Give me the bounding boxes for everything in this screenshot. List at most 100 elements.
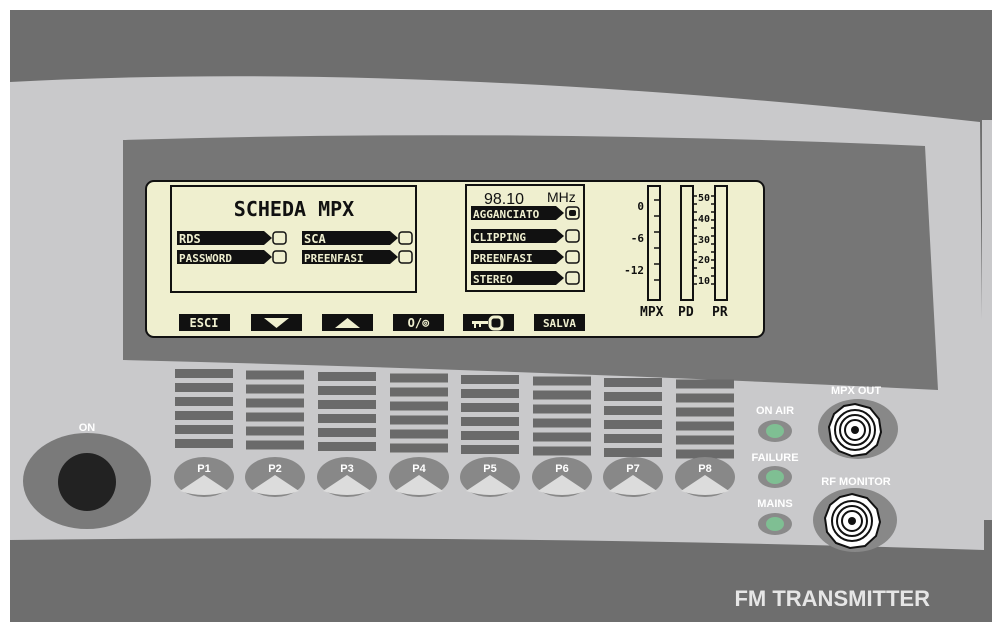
button-grille [676, 379, 734, 389]
frequency-unit: MHz [547, 189, 576, 205]
button-p5[interactable]: P5 [460, 375, 520, 497]
button-grille [318, 400, 376, 409]
button-grille [246, 384, 304, 394]
button-grille [390, 429, 448, 439]
pr-tick-label: 30 [698, 235, 710, 246]
softkey-save[interactable]: SALVA [534, 314, 585, 331]
led-on-air [766, 424, 784, 438]
button-p6[interactable]: P6 [532, 376, 592, 498]
mpx-out-label: MPX OUT [831, 385, 881, 397]
softkey-exit[interactable]: ESCI [179, 314, 230, 331]
button-grille [604, 392, 662, 401]
button-grille [461, 445, 519, 454]
button-grille [390, 387, 448, 397]
led-failure [766, 470, 784, 484]
svg-text:CLIPPING: CLIPPING [473, 231, 526, 244]
mpx-meter-label: MPX [640, 305, 664, 320]
button-label: P1 [197, 463, 210, 475]
button-grille [604, 378, 662, 387]
button-p7[interactable]: P7 [603, 378, 663, 497]
svg-text:PREENFASI: PREENFASI [473, 252, 533, 265]
button-label: P2 [268, 463, 281, 475]
button-grille [533, 432, 591, 442]
button-grille [533, 390, 591, 400]
front-plate-edge [982, 120, 992, 520]
button-label: P4 [412, 463, 426, 475]
button-grille [461, 375, 519, 384]
status-on-dot [569, 210, 576, 216]
button-grille [318, 414, 376, 423]
svg-text:RDS: RDS [179, 232, 201, 246]
panel-drawing: SCHEDA MPX RDS SCA PASSWORD PREENFASI 98… [10, 10, 992, 622]
button-grille [246, 440, 304, 450]
svg-text:SALVA: SALVA [543, 317, 576, 330]
button-grille [175, 425, 233, 434]
mpx-tick-label: 0 [637, 200, 644, 213]
button-grille [461, 417, 519, 426]
frequency-readout: 98.10 [484, 191, 524, 208]
mpx-out-connector[interactable] [818, 399, 898, 459]
button-grille [318, 428, 376, 437]
led-label-on-air: ON AIR [756, 405, 794, 417]
button-grille [390, 415, 448, 425]
button-p8[interactable]: P8 [675, 379, 735, 498]
button-grille [175, 411, 233, 420]
button-grille [246, 398, 304, 408]
button-grille [676, 435, 734, 445]
button-label: P8 [698, 463, 711, 475]
pd-meter-label: PD [678, 305, 694, 320]
button-grille [676, 421, 734, 431]
button-grille [175, 439, 233, 448]
button-grille [318, 442, 376, 451]
led-label-failure: FAILURE [751, 452, 798, 464]
softkey-toggle[interactable]: O/⊚ [393, 314, 444, 331]
button-grille [604, 434, 662, 443]
button-grille [175, 397, 233, 406]
radio-indicator [272, 250, 287, 264]
power-switch[interactable] [58, 453, 116, 511]
button-label: P5 [483, 463, 496, 475]
svg-text:AGGANCIATO: AGGANCIATO [473, 208, 540, 221]
pr-meter-label: PR [712, 305, 728, 320]
pr-tick-label: 20 [698, 255, 710, 266]
button-grille [604, 420, 662, 429]
svg-text:PASSWORD: PASSWORD [179, 252, 232, 265]
power-label: ON [79, 422, 96, 434]
rf-monitor-connector[interactable] [813, 488, 897, 552]
svg-text:PREENFASI: PREENFASI [304, 252, 364, 265]
button-p2[interactable]: P2 [245, 370, 305, 498]
radio-indicator [398, 231, 413, 245]
button-grille [390, 443, 448, 453]
button-grille [604, 406, 662, 415]
button-grille [461, 403, 519, 412]
mpx-tick-label: -12 [624, 264, 644, 277]
softkey-key[interactable] [463, 314, 514, 331]
button-grille [175, 369, 233, 378]
button-grille [318, 372, 376, 381]
led-label-mains: MAINS [757, 498, 792, 510]
softkey-down[interactable] [251, 314, 302, 331]
button-p3[interactable]: P3 [317, 372, 377, 497]
button-label: P6 [555, 463, 568, 475]
button-label: P3 [340, 463, 353, 475]
button-grille [390, 401, 448, 411]
pr-tick-label: 10 [698, 276, 710, 287]
led-mains [766, 517, 784, 531]
button-grille [246, 426, 304, 436]
button-label: P7 [626, 463, 639, 475]
svg-text:STEREO: STEREO [473, 273, 513, 286]
svg-text:O/⊚: O/⊚ [408, 316, 430, 330]
button-grille [533, 418, 591, 428]
button-grille [318, 386, 376, 395]
button-p1[interactable]: P1 [174, 369, 234, 497]
button-p4[interactable]: P4 [389, 373, 449, 498]
button-grille [604, 448, 662, 457]
mpx-tick-label: -6 [631, 232, 645, 245]
button-grille [461, 431, 519, 440]
button-grille [246, 412, 304, 422]
softkey-up[interactable] [322, 314, 373, 331]
button-grille [533, 376, 591, 386]
button-grille [676, 393, 734, 403]
button-grille [246, 370, 304, 380]
button-grille [175, 383, 233, 392]
